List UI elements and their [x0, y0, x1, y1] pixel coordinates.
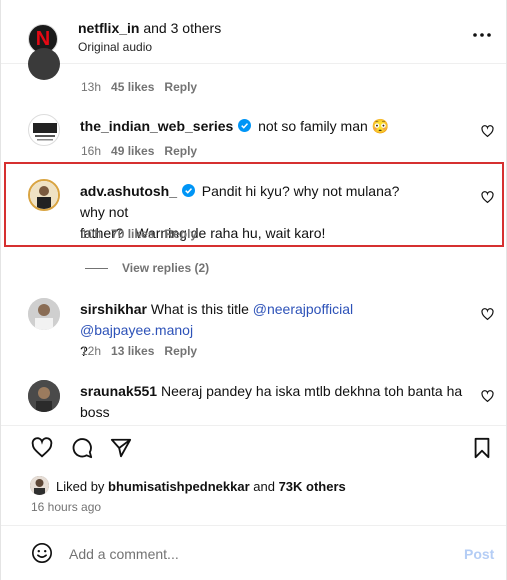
share-icon[interactable] [110, 437, 132, 459]
avatar-photo-icon [28, 298, 60, 330]
comment-item: sraunak551 Neeraj pandey ha iska mtlb de… [1, 374, 506, 424]
avatar-photo-icon [30, 181, 58, 209]
view-replies-label: View replies (2) [122, 261, 210, 275]
comment-body-line1: Neeraj pandey ha iska mtlb dekhna toh ba… [160, 383, 463, 399]
post-comments-panel: N netflix_in and 3 others Original audio… [0, 0, 507, 580]
comment-item: the_indian_web_series not so family man … [1, 110, 506, 160]
liked-by-avatar[interactable] [30, 476, 49, 495]
liked-by-prefix: Liked by [56, 479, 109, 494]
comment-likes[interactable]: 45 likes [111, 80, 154, 94]
avatar[interactable] [28, 380, 60, 412]
liked-by-middle: and [249, 479, 279, 494]
more-options-icon[interactable] [472, 28, 492, 42]
comment-body: What is this title [150, 301, 249, 317]
comment-item: 13h 45 likes Reply [1, 48, 506, 104]
verified-badge-icon [181, 184, 195, 197]
liked-by-user[interactable]: bhumisatishpednekkar [108, 479, 250, 494]
post-button[interactable]: Post [464, 546, 494, 562]
header-account[interactable]: netflix_in [78, 20, 139, 36]
reply-button[interactable]: Reply [164, 344, 197, 358]
reply-button[interactable]: Reply [164, 227, 197, 241]
avatar[interactable] [28, 298, 60, 330]
comment-text: the_indian_web_series not so family man … [80, 116, 389, 137]
comment-likes[interactable]: 70 likes [111, 227, 154, 241]
comment-icon[interactable] [71, 437, 93, 459]
avatar-photo-icon [28, 380, 60, 412]
comment-username[interactable]: the_indian_web_series [80, 118, 233, 134]
avatar[interactable] [28, 114, 60, 146]
avatar-photo-icon [30, 476, 49, 495]
bookmark-icon[interactable] [471, 437, 493, 459]
comment-item: sirshikhar What is this title @neerajpof… [1, 292, 506, 362]
comment-like-heart-icon[interactable] [481, 308, 494, 321]
comment-like-heart-icon[interactable] [481, 125, 494, 138]
liked-by-others[interactable]: 73K others [279, 479, 346, 494]
verified-badge-icon [238, 119, 252, 132]
comment-meta: 10h 70 likes Reply [81, 227, 197, 241]
comment-box-divider [1, 525, 506, 526]
header-title-suffix: and 3 others [139, 20, 222, 36]
comment-likes[interactable]: 49 likes [111, 144, 154, 158]
header-subtitle[interactable]: Original audio [78, 40, 152, 54]
view-replies-button[interactable]: View replies (2) [85, 261, 209, 275]
actions-divider [1, 425, 506, 426]
liked-by-text: Liked by bhumisatishpednekkar and 73K ot… [56, 479, 346, 494]
emoji-picker-icon[interactable] [31, 542, 53, 564]
reply-button[interactable]: Reply [164, 80, 197, 94]
comment-username[interactable]: adv.ashutosh_ [80, 183, 177, 199]
comment-meta: 12h 13 likes Reply [81, 344, 197, 358]
post-time-ago[interactable]: 16 hours ago [31, 500, 101, 514]
comment-body-line2: boss [80, 404, 110, 420]
add-comment-input[interactable]: Add a comment... [69, 546, 179, 562]
web-series-logo-icon [33, 123, 57, 141]
view-replies-line [85, 268, 108, 270]
comment-username[interactable]: sraunak551 [80, 383, 157, 399]
avatar[interactable] [28, 179, 60, 211]
comment-meta: 16h 49 likes Reply [81, 144, 197, 158]
reply-button[interactable]: Reply [164, 144, 197, 158]
heart-icon[interactable] [31, 437, 53, 459]
comment-meta: 13h 45 likes Reply [81, 80, 197, 94]
comment-likes[interactable]: 13 likes [111, 344, 154, 358]
flushed-face-emoji: 😳 [371, 118, 390, 134]
comment-time: 10h [81, 227, 102, 241]
netflix-logo-letter: N [35, 28, 51, 50]
avatar[interactable] [28, 48, 60, 80]
comment-time: 12h [81, 344, 102, 358]
comment-body: not so family man [258, 118, 368, 134]
header-title: netflix_in and 3 others [78, 20, 221, 36]
comment-item: adv.ashutosh_ Pandit hi kyu? why not mul… [1, 172, 506, 242]
comment-username[interactable]: sirshikhar [80, 301, 147, 317]
comment-time: 13h [81, 80, 102, 94]
post-header: N netflix_in and 3 others Original audio [1, 0, 506, 64]
comment-time: 16h [81, 144, 102, 158]
mention-link[interactable]: @bajpayee.manoj [80, 322, 193, 338]
mention-link[interactable]: @neerajpofficial [253, 301, 353, 317]
comment-like-heart-icon[interactable] [481, 390, 494, 403]
comment-like-heart-icon[interactable] [481, 191, 494, 204]
comment-text: sraunak551 Neeraj pandey ha iska mtlb de… [80, 381, 470, 423]
